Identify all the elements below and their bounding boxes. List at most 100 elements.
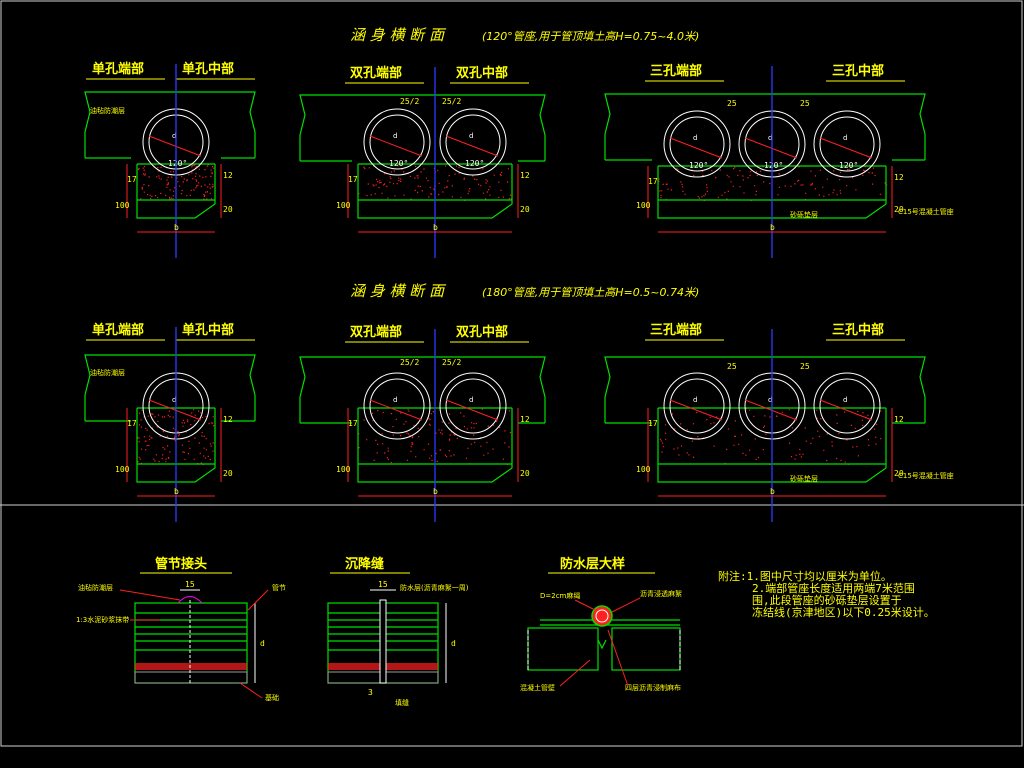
s120-double-angle-2: 120°: [465, 159, 484, 168]
s120-triple-angle-1: 120°: [689, 161, 708, 170]
s120-triple-mid-label: 三孔中部: [832, 63, 884, 79]
s120-single-dim-20: 20: [223, 205, 233, 214]
s120-single-dim-b: b: [174, 223, 179, 232]
wp-leader-4: [608, 630, 628, 686]
waterproof-label-jute: 沥青浸透麻絮: [640, 589, 682, 598]
s180-double-pipe-inner-2: [446, 379, 500, 433]
s180-triple-pipe-d-1: d: [693, 396, 697, 404]
s180-triple-pipe-outer-3: [814, 373, 880, 439]
s120-double-dim-12: 12: [520, 171, 530, 180]
s180-triple-gap-2: 25: [800, 362, 810, 371]
joint-leader-1: [120, 590, 180, 600]
s180-double-pipe-d-1: d: [393, 396, 397, 404]
s120-triple-dim-100: 100: [636, 201, 651, 210]
section-180-title: 涵 身 横 断 面: [350, 282, 447, 300]
s120-triple-pipe-d-3: d: [843, 134, 847, 142]
waterproof-detail-title: 防水层大样: [560, 556, 625, 572]
s180-double-dim-b: b: [433, 487, 438, 496]
s120-triple-dim-b: b: [770, 223, 775, 232]
s120-double-dim-20: 20: [520, 205, 530, 214]
joint-label-mortar: 1:3水泥砂浆抹带: [76, 615, 129, 624]
s180-triple-ground-outline: [605, 357, 925, 397]
s120-triple-end-label: 三孔端部: [650, 63, 702, 79]
settlement-label-fill: 填缝: [395, 698, 409, 707]
s120-double-dim-b: b: [433, 223, 438, 232]
s180-triple-mid-label: 三孔中部: [832, 322, 884, 338]
s120-double-dim-17: 17: [348, 175, 358, 184]
s120-triple-dim-17: 17: [648, 177, 658, 186]
s180-triple-dim-17: 17: [648, 419, 658, 428]
s120-triple-angle-3: 120°: [839, 161, 858, 170]
s120-waterproof-label: 油毡防潮层: [90, 106, 125, 115]
s120-gravel-label: 砂砾垫层: [790, 210, 818, 219]
s180-triple-pipe-inner-1: [670, 379, 724, 433]
settlement-label-waterproof: 防水层(沥青麻絮一周): [400, 583, 469, 592]
s180-triple-dim-b: b: [770, 487, 775, 496]
s120-single-mid-label: 单孔中部: [182, 61, 234, 77]
s180-single-mid-label: 单孔中部: [182, 322, 234, 338]
joint-leader-4: [240, 683, 262, 698]
s180-double-pipe-outer-2: [440, 373, 506, 439]
s120-single-angle-1: 120°: [168, 159, 187, 168]
s120-triple-ground-outline: [605, 94, 925, 134]
joint-label-waterproof: 油毡防潮层: [78, 583, 113, 592]
s180-double-mid-label: 双孔中部: [456, 324, 508, 340]
s120-triple-angle-2: 120°: [764, 161, 783, 170]
s180-single-dim-b: b: [174, 487, 179, 496]
s180-single-end-label: 单孔端部: [92, 322, 144, 338]
wp-leader-1: [575, 600, 595, 610]
s180-triple-pipe-inner-3: [820, 379, 874, 433]
s120-single-end-label: 单孔端部: [92, 61, 144, 77]
s120-double-end-label: 双孔端部: [350, 65, 402, 81]
s180-triple-gap-1: 25: [727, 362, 737, 371]
joint-detail-title: 管节接头: [155, 556, 207, 572]
s120-double-dim-100: 100: [336, 201, 351, 210]
s120-triple-pipe-d-1: d: [693, 134, 697, 142]
s180-double-pipe-inner-1: [370, 379, 424, 433]
s120-double-pipe-d-2: d: [469, 132, 473, 140]
s180-concrete-label: C15号混凝土管座: [898, 471, 954, 480]
s120-double-halfgap-1: 25/2: [400, 97, 419, 106]
waterproof-detail-drawing: [528, 606, 680, 670]
note-line-1: 附注:1.图中尺寸均以厘米为单位。: [718, 569, 892, 583]
s180-single-dim-20: 20: [223, 469, 233, 478]
section-180-subtitle: (180°管座,用于管顶填土高H=0.5~0.74米): [482, 286, 699, 299]
joint-detail-drawing: [135, 590, 255, 683]
s180-double-ground-outline: [300, 357, 545, 397]
joint-label-pipe: 管节: [272, 583, 286, 592]
waterproof-label-wall: 混凝土管壁: [520, 683, 555, 692]
s180-single-dim-100: 100: [115, 465, 130, 474]
s180-gravel-label: 砂砾垫层: [790, 474, 818, 483]
s120-triple-gap-2: 25: [800, 99, 810, 108]
waterproof-label-cloth: 四层沥青浸制麻布: [625, 683, 681, 692]
s180-triple-end-label: 三孔端部: [650, 322, 702, 338]
s120-double-mid-label: 双孔中部: [456, 65, 508, 81]
s180-double-end-label: 双孔端部: [350, 324, 402, 340]
settlement-dim-3: 3: [368, 688, 373, 697]
section-120-title: 涵 身 横 断 面: [350, 26, 447, 44]
joint-dim-15: 15: [185, 580, 195, 589]
s180-double-dim-20: 20: [520, 469, 530, 478]
settlement-dim-d: d: [451, 639, 456, 648]
s180-double-halfgap-1: 25/2: [400, 358, 419, 367]
s120-concrete-label: C15号混凝土管座: [898, 207, 954, 216]
s120-double-angle-1: 120°: [389, 159, 408, 168]
s180-double-halfgap-2: 25/2: [442, 358, 461, 367]
s120-double-halfgap-2: 25/2: [442, 97, 461, 106]
note-line-4: 冻结线(京津地区)以下0.25米设计。: [752, 605, 935, 619]
cad-drawing: 涵 身 横 断 面 (120°管座,用于管顶填土高H=0.75~4.0米) 单孔…: [0, 0, 1024, 768]
s180-single-dim-12: 12: [223, 415, 233, 424]
waterproof-label-rope: D=2cm麻绳: [540, 591, 580, 600]
s120-triple-gap-1: 25: [727, 99, 737, 108]
s180-triple-dim-12: 12: [894, 415, 904, 424]
s180-double-pipe-d-2: d: [469, 396, 473, 404]
s180-triple-pipe-outer-1: [664, 373, 730, 439]
s120-double-pipe-d-1: d: [393, 132, 397, 140]
wp-leader-2: [612, 598, 640, 612]
s180-waterproof-label: 油毡防潮层: [90, 368, 125, 377]
s120-single-dim-100: 100: [115, 201, 130, 210]
settlement-dim-15: 15: [378, 580, 388, 589]
s120-triple-dim-12: 12: [894, 173, 904, 182]
s180-double-dim-17: 17: [348, 419, 358, 428]
s180-double-dim-12: 12: [520, 415, 530, 424]
